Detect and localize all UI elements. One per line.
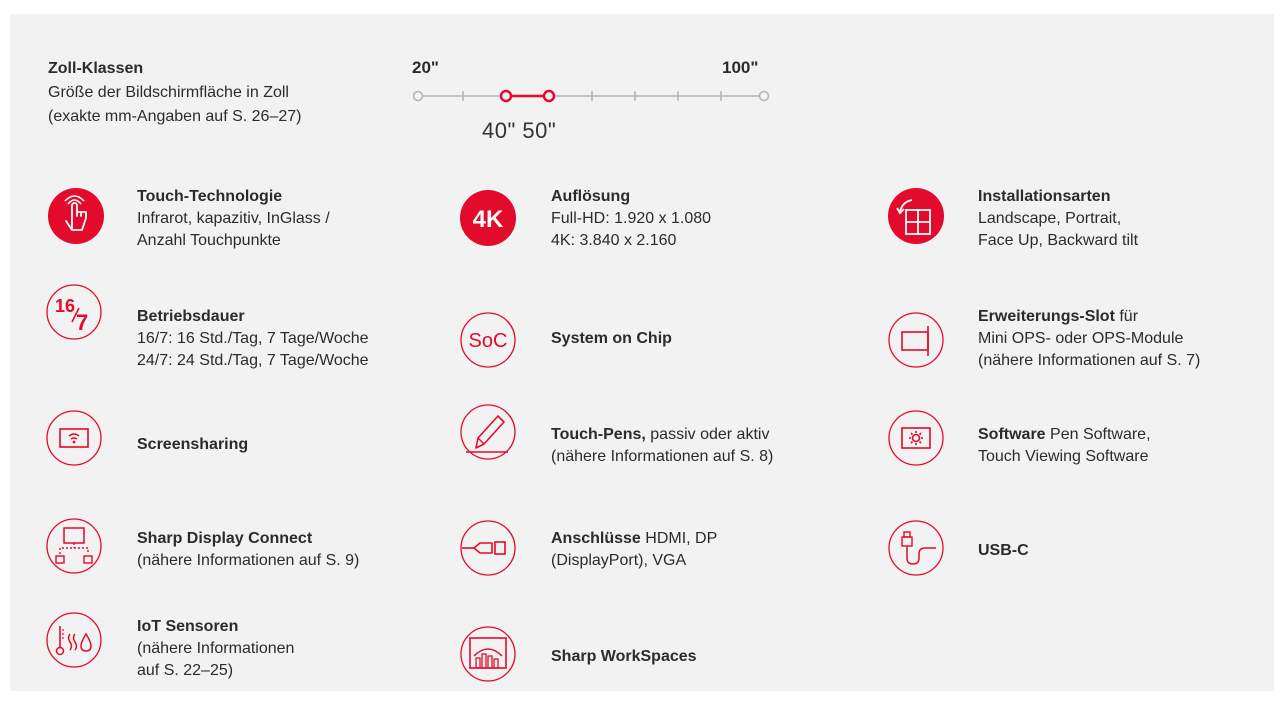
betriebsdauer-text: Betriebsdauer 16/7: 16 Std./Tag, 7 Tage/… bbox=[137, 308, 369, 369]
software-text: Software Pen Software, Touch Viewing Sof… bbox=[978, 426, 1151, 465]
touch-pens-text: Touch-Pens, passiv oder aktiv (nähere In… bbox=[551, 426, 774, 465]
size-scale bbox=[412, 89, 770, 103]
screensharing-icon bbox=[46, 410, 102, 466]
iot-text: IoT Sensoren (nähere Informationen auf S… bbox=[137, 618, 295, 679]
zoll-desc-1: Größe der Bildschirmfläche in Zoll bbox=[48, 84, 289, 101]
touch-hand-icon bbox=[48, 188, 104, 244]
scale-selected-values: 40" 50" bbox=[482, 118, 557, 143]
usb-c-icon bbox=[888, 520, 944, 576]
display-connect-text: Sharp Display Connect (nähere Informatio… bbox=[137, 530, 360, 569]
soc-text: System on Chip bbox=[551, 330, 672, 347]
svg-text:SoC: SoC bbox=[469, 330, 508, 352]
aufloesung-text: Auflösung Full-HD: 1.920 x 1.080 4K: 3.8… bbox=[551, 188, 712, 249]
svg-text:7: 7 bbox=[76, 310, 88, 335]
soc-icon: SoC bbox=[460, 312, 516, 368]
anschluesse-text: Anschlüsse HDMI, DP (DisplayPort), VGA bbox=[551, 530, 718, 569]
4k-badge-text: 4K bbox=[473, 206, 504, 233]
zoll-title: Zoll-Klassen bbox=[48, 60, 144, 77]
touch-pen-icon bbox=[460, 404, 516, 460]
workspaces-icon bbox=[460, 626, 516, 682]
screensharing-text: Screensharing bbox=[137, 436, 249, 453]
connector-icon bbox=[460, 520, 516, 576]
slot-text: Erweiterungs-Slot für Mini OPS- oder OPS… bbox=[978, 308, 1201, 369]
expansion-slot-icon bbox=[888, 312, 944, 368]
display-connect-icon bbox=[46, 518, 102, 574]
4k-icon: 4K bbox=[460, 190, 516, 246]
rotate-install-icon bbox=[888, 188, 944, 244]
svg-text:16: 16 bbox=[55, 296, 75, 316]
touch-text: Touch-Technologie Infrarot, kapazitiv, I… bbox=[137, 188, 330, 249]
scale-max-label: 100" bbox=[722, 58, 759, 77]
16-7-runtime-icon: 16 7 bbox=[46, 284, 102, 340]
iot-sensor-icon bbox=[46, 612, 102, 668]
workspaces-text: Sharp WorkSpaces bbox=[551, 648, 697, 665]
scale-min-label: 20" bbox=[412, 58, 439, 77]
install-text: Installationsarten Landscape, Portrait, … bbox=[978, 188, 1139, 249]
software-gear-icon bbox=[888, 410, 944, 466]
zoll-desc-2: (exakte mm-Angaben auf S. 26–27) bbox=[48, 108, 302, 125]
usb-c-text: USB-C bbox=[978, 542, 1029, 559]
